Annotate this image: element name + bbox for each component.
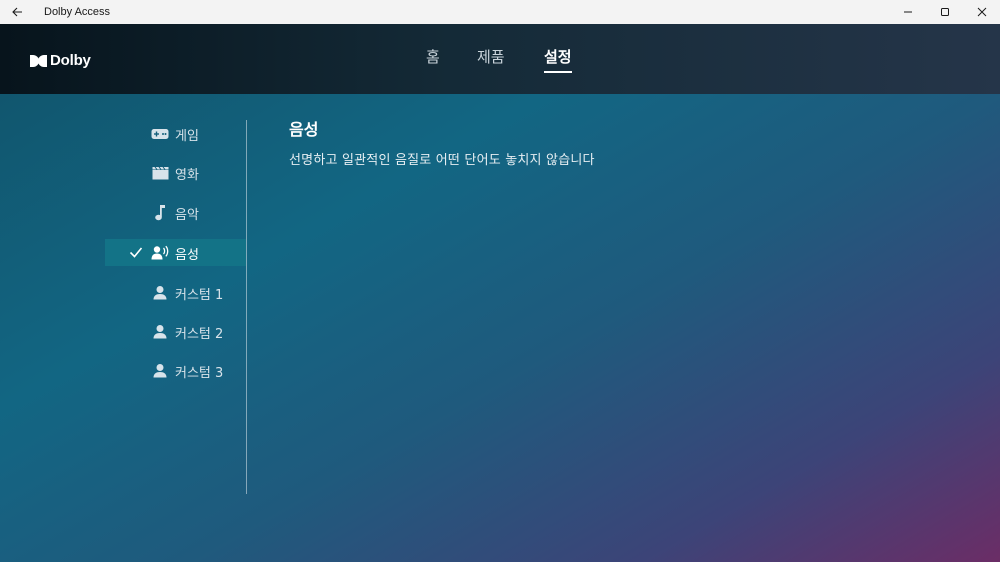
close-icon bbox=[977, 7, 986, 17]
nav-tab-home[interactable]: 홈 bbox=[426, 46, 440, 67]
top-nav: 홈 제품 설정 bbox=[0, 24, 1000, 94]
page-title: 음성 bbox=[289, 120, 319, 139]
sidebar-item-game[interactable]: 게임 bbox=[105, 120, 246, 147]
person-icon bbox=[151, 362, 169, 379]
page-description: 선명하고 일관적인 음질로 어떤 단어도 놓치지 않습니다 bbox=[289, 153, 595, 168]
window-title: Dolby Access bbox=[44, 6, 111, 18]
sidebar-item-label: 음악 bbox=[175, 208, 199, 223]
app-header: Dolby 홈 제품 설정 bbox=[0, 24, 1000, 94]
settings-content: 게임 영화 음악 음성 커스텀 1 커스텀 2 커스텀 3 음성 선명하고 일관… bbox=[0, 94, 1000, 562]
sidebar-divider bbox=[246, 120, 247, 494]
sidebar-item-custom-3[interactable]: 커스텀 3 bbox=[105, 357, 246, 384]
person-icon bbox=[151, 284, 169, 301]
checkmark-icon bbox=[129, 247, 143, 258]
sidebar-item-label: 커스텀 2 bbox=[175, 327, 224, 342]
sidebar-item-voice[interactable]: 음성 bbox=[105, 239, 246, 266]
nav-tab-label: 제품 bbox=[477, 48, 505, 66]
music-note-icon bbox=[151, 204, 169, 221]
title-bar: Dolby Access bbox=[0, 0, 1000, 24]
close-button[interactable] bbox=[963, 0, 1000, 24]
nav-tab-label: 홈 bbox=[426, 48, 440, 66]
clapperboard-icon bbox=[151, 164, 169, 181]
sidebar-item-label: 커스텀 1 bbox=[175, 288, 224, 303]
active-tab-underline bbox=[544, 71, 572, 73]
sidebar-item-label: 음성 bbox=[175, 248, 199, 263]
back-button[interactable] bbox=[0, 0, 34, 24]
voice-icon bbox=[151, 244, 169, 261]
maximize-button[interactable] bbox=[926, 0, 963, 24]
nav-tab-products[interactable]: 제품 bbox=[477, 46, 505, 67]
minimize-button[interactable] bbox=[889, 0, 926, 24]
sidebar-item-custom-2[interactable]: 커스텀 2 bbox=[105, 318, 246, 345]
sidebar-item-music[interactable]: 음악 bbox=[105, 199, 246, 226]
sidebar-item-custom-1[interactable]: 커스텀 1 bbox=[105, 279, 246, 306]
gamepad-icon bbox=[151, 125, 169, 142]
maximize-icon bbox=[940, 8, 949, 16]
person-icon bbox=[151, 323, 169, 340]
sidebar-item-movie[interactable]: 영화 bbox=[105, 159, 246, 186]
nav-tab-label: 설정 bbox=[544, 48, 572, 66]
sidebar-item-label: 게임 bbox=[175, 129, 199, 144]
back-arrow-icon bbox=[11, 7, 22, 17]
sidebar-item-label: 영화 bbox=[175, 168, 199, 183]
app-window: Dolby Access Dolby 홈 제품 설정 게임 영화 음악 음성 커… bbox=[0, 0, 1000, 562]
window-controls bbox=[889, 0, 1000, 24]
nav-tab-settings[interactable]: 설정 bbox=[544, 46, 572, 73]
sidebar-item-label: 커스텀 3 bbox=[175, 366, 224, 381]
minimize-icon bbox=[903, 11, 912, 13]
